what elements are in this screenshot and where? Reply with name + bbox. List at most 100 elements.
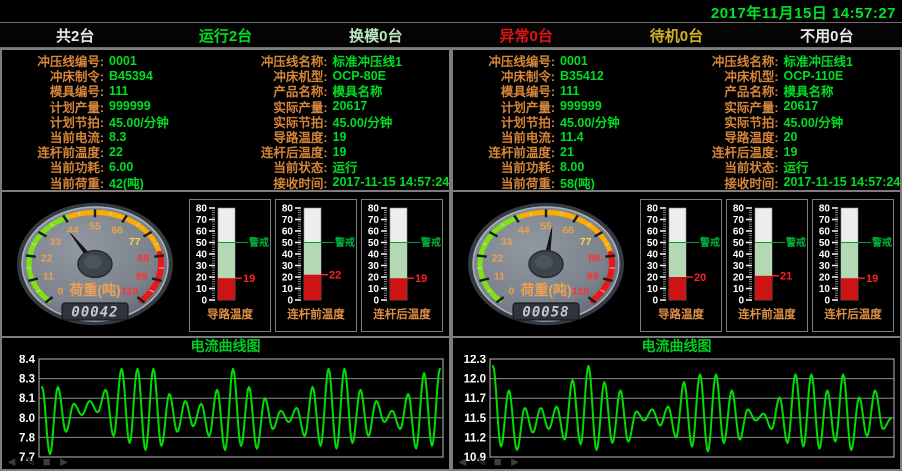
datetime-display: 2017年11月15日 14:57:27 — [711, 2, 896, 23]
press-line-panel: 冲压线编号:0001冲床制令:B35412模具编号:111计划产量:999999… — [451, 48, 902, 471]
back-arrow-icon[interactable]: ◄ — [5, 455, 18, 468]
svg-text:30: 30 — [196, 261, 208, 272]
status-bar: 共2台运行2台换模0台异常0台待机0台不用0台 — [0, 22, 902, 48]
svg-text:70: 70 — [282, 215, 294, 226]
svg-text:50: 50 — [368, 238, 380, 249]
info-row: 当前荷重: 58(吨) — [453, 175, 677, 190]
svg-text:50: 50 — [196, 238, 208, 249]
thermo-label: 连杆前温度 — [287, 307, 345, 321]
thermometer-1: 01020304050607080警戒21连杆前温度 — [726, 199, 808, 332]
svg-text:10: 10 — [733, 284, 745, 295]
info-value: 58(吨) — [560, 173, 595, 192]
svg-text:60: 60 — [819, 226, 831, 237]
svg-text:11: 11 — [43, 270, 54, 282]
status-count-5: 不用0台 — [752, 23, 902, 47]
info-value: 运行 — [333, 157, 358, 176]
svg-text:10: 10 — [819, 284, 831, 295]
y-axis-label: 8.4 — [19, 355, 36, 366]
thermometer-1: 01020304050607080警戒22连杆前温度 — [275, 199, 357, 332]
svg-text:70: 70 — [196, 215, 208, 226]
svg-text:0: 0 — [738, 295, 744, 306]
edit-pencil-icon[interactable]: ✎ — [476, 455, 487, 468]
thermometers: 01020304050607080警戒19导路温度010203040506070… — [189, 199, 443, 332]
thermometer-2: 01020304050607080警戒19连杆后温度 — [361, 199, 443, 332]
info-column-right: 冲压线名称:标准冲压线1冲床机型:OCP-80E产品名称:模具名称实际产量:20… — [226, 53, 450, 190]
svg-text:20: 20 — [647, 272, 659, 283]
svg-text:0: 0 — [201, 295, 207, 306]
svg-text:50: 50 — [282, 238, 294, 249]
info-value: 运行 — [784, 157, 809, 176]
svg-text:50: 50 — [733, 238, 745, 249]
save-icon[interactable]: ■ — [494, 455, 502, 468]
svg-text:80: 80 — [368, 203, 380, 214]
svg-text:40: 40 — [368, 249, 380, 260]
info-label: 当前荷重: — [453, 173, 555, 192]
thermometer-0: 01020304050607080警戒20导路温度 — [640, 199, 722, 332]
svg-text:60: 60 — [733, 226, 745, 237]
svg-text:33: 33 — [50, 236, 62, 248]
gauge-section: 0112233445566778899110荷重(吨)00058 0102030… — [453, 192, 900, 338]
thermo-warn-label: 警戒 — [699, 236, 720, 249]
thermometer-2: 01020304050607080警戒19连杆后温度 — [812, 199, 894, 332]
svg-text:77: 77 — [129, 236, 141, 248]
forward-arrow-icon[interactable]: ► — [509, 455, 522, 468]
y-axis-label: 12.0 — [464, 374, 486, 386]
info-value: 标准冲压线1 — [333, 51, 402, 70]
svg-text:0: 0 — [373, 295, 379, 306]
info-column-left: 冲压线编号:0001冲床制令:B35412模具编号:111计划产量:999999… — [453, 53, 677, 190]
chart-toolbar: ◄ ✎ ■ ► — [456, 455, 522, 468]
info-value: 模具名称 — [333, 81, 383, 100]
thermo-warn-label: 警戒 — [334, 236, 355, 249]
info-label: 接收时间: — [677, 173, 779, 192]
thermometers: 01020304050607080警戒20导路温度010203040506070… — [640, 199, 894, 332]
svg-text:55: 55 — [89, 220, 101, 232]
info-value: 11.4 — [560, 130, 584, 144]
svg-text:40: 40 — [282, 249, 294, 260]
svg-text:99: 99 — [587, 270, 599, 282]
info-value: 111 — [109, 84, 128, 98]
svg-text:10: 10 — [282, 284, 294, 295]
info-label: 接收时间: — [226, 173, 328, 192]
info-value: 2017-11-15 14:57:24 — [784, 175, 901, 189]
load-gauge: 0112233445566778899110荷重(吨)00058 — [454, 194, 638, 335]
svg-text:88: 88 — [138, 253, 150, 265]
info-value: 45.00/分钟 — [560, 112, 620, 131]
thermo-label: 导路温度 — [658, 307, 704, 321]
svg-text:77: 77 — [580, 236, 592, 248]
info-row: 当前荷重: 42(吨) — [2, 175, 226, 190]
gauge-value-display: 00058 — [522, 305, 569, 321]
svg-text:55: 55 — [540, 220, 552, 232]
svg-text:30: 30 — [282, 261, 294, 272]
svg-text:22: 22 — [41, 253, 53, 265]
info-value: 22 — [109, 145, 123, 159]
info-value: 模具名称 — [784, 81, 834, 100]
svg-text:10: 10 — [368, 284, 380, 295]
forward-arrow-icon[interactable]: ► — [58, 455, 71, 468]
svg-text:110: 110 — [572, 286, 589, 298]
thermo-warn-label: 警戒 — [871, 236, 892, 249]
chart-title: 电流曲线图 — [453, 338, 900, 355]
svg-text:30: 30 — [819, 261, 831, 272]
info-label: 当前荷重: — [2, 173, 104, 192]
info-section: 冲压线编号:0001冲床制令:B45394模具编号:111计划产量:999999… — [2, 50, 449, 192]
info-value: 42(吨) — [109, 173, 144, 192]
svg-text:66: 66 — [562, 225, 574, 237]
status-count-2: 换模0台 — [301, 23, 451, 47]
thermo-value: 19 — [866, 273, 878, 285]
back-arrow-icon[interactable]: ◄ — [456, 455, 469, 468]
info-section: 冲压线编号:0001冲床制令:B35412模具编号:111计划产量:999999… — [453, 50, 900, 192]
thermo-label: 连杆前温度 — [738, 307, 796, 321]
info-row: 接收时间:2017-11-15 14:57:24 — [226, 175, 450, 190]
info-value: 20 — [784, 130, 798, 144]
svg-text:40: 40 — [647, 249, 659, 260]
edit-pencil-icon[interactable]: ✎ — [25, 455, 36, 468]
svg-text:40: 40 — [733, 249, 745, 260]
save-icon[interactable]: ■ — [43, 455, 51, 468]
svg-text:60: 60 — [282, 226, 294, 237]
chart-toolbar: ◄ ✎ ■ ► — [5, 455, 71, 468]
svg-text:10: 10 — [196, 284, 208, 295]
svg-text:60: 60 — [647, 226, 659, 237]
top-bar: 2017年11月15日 14:57:27 — [0, 0, 902, 22]
info-value: B35412 — [560, 69, 604, 83]
svg-text:40: 40 — [196, 249, 208, 260]
